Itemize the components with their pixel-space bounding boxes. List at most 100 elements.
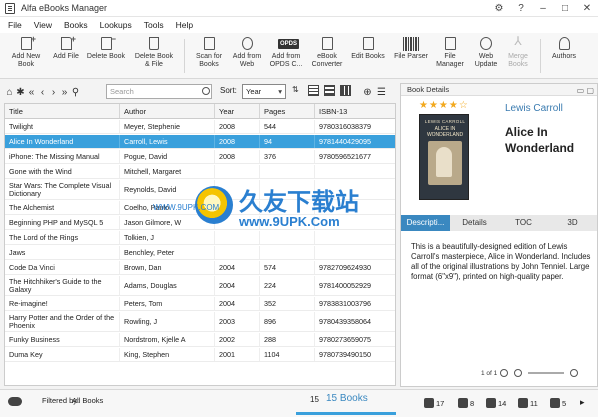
table-row[interactable]: Alice In Wonderland Carroll, Lewis 2008 94 9… <box>5 135 395 149</box>
zoom-in-icon[interactable] <box>570 369 579 377</box>
column-header-author[interactable]: Author <box>120 104 215 118</box>
table-cell: 9780273659075 <box>315 333 395 346</box>
menu-tools[interactable]: Tools <box>144 20 164 30</box>
series-icon <box>458 398 468 408</box>
details-author-link[interactable]: Lewis Carroll <box>505 103 563 114</box>
table-row[interactable]: Beginning PHP and MySQL 5 Jason Gilmore, … <box>5 216 395 230</box>
table-row[interactable]: Twilight Meyer, Stephenie 2008 544 978031603… <box>5 120 395 134</box>
web-update-button[interactable]: Web Update <box>470 37 502 77</box>
last-page-icon[interactable]: » <box>59 87 70 98</box>
genres-count[interactable]: 11 <box>518 398 538 408</box>
menu-lookups[interactable]: Lookups <box>100 20 132 30</box>
file-manager-button[interactable]: File Manager <box>434 37 466 77</box>
menu-help[interactable]: Help <box>176 20 193 30</box>
grid-view-icon[interactable] <box>340 85 351 96</box>
table-cell: Code Da Vinci <box>5 261 120 274</box>
count-underline <box>296 412 396 415</box>
settings-icon[interactable]: ⚙ <box>488 3 510 14</box>
asterisk-icon[interactable]: ✱ <box>15 87 26 98</box>
table-row[interactable]: Funky Business Nordstrom, Kjelle A 2002 288… <box>5 333 395 347</box>
table-cell: Benchley, Peter <box>120 246 215 259</box>
search-icon[interactable] <box>202 87 210 95</box>
file-parser-button[interactable]: File Parser <box>392 37 430 77</box>
more-icon[interactable]: ▸ <box>580 397 585 408</box>
zoom-icon[interactable]: ⊕ <box>362 87 373 98</box>
sort-direction-icon[interactable]: ⇅ <box>292 85 299 94</box>
add-from-opds-button[interactable]: OPDS Add from OPDS C... <box>266 37 306 77</box>
table-cell: 1104 <box>260 348 315 361</box>
details-view-icon[interactable] <box>324 85 335 96</box>
help-icon[interactable]: ? <box>510 3 532 14</box>
table-cell: 2001 <box>215 348 260 361</box>
menu-books[interactable]: Books <box>64 20 88 30</box>
table-row[interactable]: The Hitchhiker's Guide to the Galaxy Adam… <box>5 276 395 296</box>
menu-file[interactable]: File <box>8 20 22 30</box>
column-header-isbn[interactable]: ISBN-13 <box>315 104 395 118</box>
add-new-book-button[interactable]: + Add New Book <box>6 35 46 77</box>
table-cell: Beginning PHP and MySQL 5 <box>5 216 120 229</box>
table-cell: 9780739490150 <box>315 348 395 361</box>
table-row[interactable]: Star Wars: The Complete Visual Dictionar… <box>5 180 395 200</box>
authors-count[interactable]: 17 <box>424 398 444 408</box>
table-row[interactable]: The Lord of the Rings Tolkien, J <box>5 231 395 245</box>
table-row[interactable]: Harry Potter and the Order of the Phoeni… <box>5 312 395 332</box>
delete-book-button[interactable]: − Delete Book <box>86 35 126 77</box>
sort-select[interactable]: Year <box>242 84 286 99</box>
next-page-icon[interactable]: › <box>48 87 59 98</box>
column-header-title[interactable]: Title <box>5 104 120 118</box>
table-cell: 9780439358064 <box>315 312 395 331</box>
cloud-icon[interactable] <box>8 397 22 406</box>
authors-button[interactable]: Authors <box>546 37 582 77</box>
table-row[interactable]: Re-imagine! Peters, Tom 2004 352 97838310037… <box>5 297 395 311</box>
close-button[interactable]: ✕ <box>576 3 598 14</box>
ebook-converter-button[interactable]: eBook Converter <box>308 37 346 77</box>
menu-view[interactable]: View <box>34 20 52 30</box>
edit-books-button[interactable]: Edit Books <box>348 37 388 77</box>
tab-description[interactable]: Descripti... <box>401 215 450 231</box>
zoom-slider[interactable] <box>528 372 565 374</box>
list-view-icon[interactable] <box>308 85 319 96</box>
table-cell: 224 <box>260 276 315 295</box>
scan-for-books-button[interactable]: Scan for Books <box>192 37 226 77</box>
pin-icon[interactable]: ▭ ▢ <box>577 85 594 97</box>
merge-books-button[interactable]: ⅄ Merge Books <box>502 35 534 77</box>
maximize-button[interactable]: □ <box>554 3 576 14</box>
table-cell: Peters, Tom <box>120 297 215 310</box>
table-cell: 9780316038379 <box>315 120 395 133</box>
first-page-icon[interactable]: « <box>26 87 37 98</box>
table-row[interactable]: Code Da Vinci Brown, Dan 2004 574 9782709624… <box>5 261 395 275</box>
table-cell <box>260 180 315 199</box>
home-icon[interactable]: ⌂ <box>4 87 15 98</box>
add-from-web-button[interactable]: Add from Web <box>230 37 264 77</box>
column-header-pages[interactable]: Pages <box>260 104 315 118</box>
table-row[interactable]: Gone with the Wind Mitchell, Margaret <box>5 165 395 179</box>
publishers-count[interactable]: 14 <box>486 398 506 408</box>
tab-toc[interactable]: TOC <box>499 215 548 231</box>
columns-icon[interactable]: ☰ <box>376 87 387 98</box>
search-input[interactable]: Search <box>106 84 212 99</box>
table-row[interactable]: Jaws Benchley, Peter <box>5 246 395 260</box>
table-row[interactable]: The Alchemist Coelho, Paulo <box>5 201 395 215</box>
add-file-button[interactable]: + Add File <box>48 35 84 77</box>
prev-page-icon[interactable]: ‹ <box>37 87 48 98</box>
table-row[interactable]: Duma Key King, Stephen 2001 1104 97807394901… <box>5 348 395 362</box>
zoom-out-icon[interactable] <box>514 369 523 377</box>
table-cell: 94 <box>260 135 315 148</box>
column-header-year[interactable]: Year <box>215 104 260 118</box>
series-count[interactable]: 8 <box>458 398 474 408</box>
table-row[interactable]: iPhone: The Missing Manual Pogue, David 20… <box>5 150 395 164</box>
book-description: This is a beautifully-designed edition o… <box>411 242 591 281</box>
tab-3d[interactable]: 3D <box>548 215 597 231</box>
minimize-button[interactable]: – <box>532 3 554 14</box>
barcode-icon <box>403 37 419 51</box>
delete-book-file-button[interactable]: Delete Book & File <box>132 37 176 77</box>
pager-text: 1 of 1 <box>481 369 498 377</box>
table-cell: Harry Potter and the Order of the Phoeni… <box>5 312 120 331</box>
pager-next-icon[interactable] <box>500 369 509 377</box>
table-cell <box>260 201 315 214</box>
filtered-value[interactable]: All Books <box>72 396 103 405</box>
tab-details[interactable]: Details <box>450 215 499 231</box>
rating-stars[interactable]: ★★★★☆ <box>419 100 469 111</box>
filter-icon[interactable]: ⚲ <box>70 87 81 98</box>
tags-count[interactable]: 5 <box>550 398 566 408</box>
